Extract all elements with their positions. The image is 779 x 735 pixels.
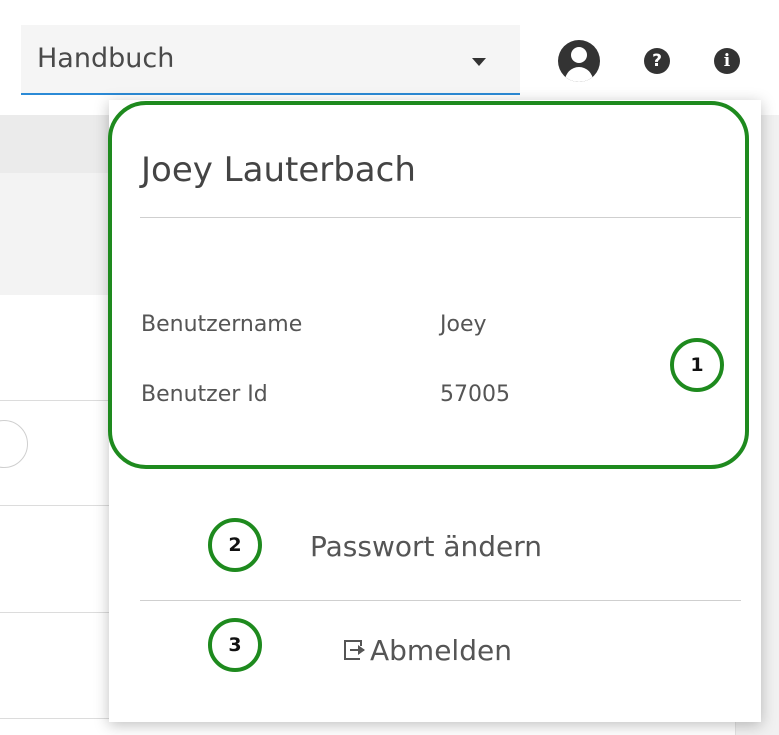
background-divider (0, 400, 120, 401)
user-display-name: Joey Lauterbach (141, 150, 416, 190)
logout-button[interactable]: Abmelden (344, 634, 512, 667)
user-icon[interactable] (558, 40, 600, 82)
select-value: Handbuch (37, 43, 175, 74)
background-divider (0, 612, 120, 613)
dropdown-arrow-icon[interactable] (472, 58, 486, 66)
logout-label: Abmelden (370, 634, 512, 667)
background-divider (0, 718, 120, 719)
username-label: Benutzername (141, 312, 303, 337)
user-id-label: Benutzer Id (141, 382, 268, 407)
manual-select[interactable]: Handbuch (21, 25, 520, 95)
marker-1: 1 (670, 338, 724, 392)
change-password-button[interactable]: Passwort ändern (310, 530, 542, 563)
background-radio[interactable] (0, 420, 28, 468)
background-divider (0, 505, 120, 506)
divider (140, 600, 741, 601)
user-id-value: 57005 (440, 382, 510, 407)
logout-icon (344, 639, 366, 662)
info-icon[interactable]: i (714, 48, 740, 74)
divider (140, 217, 741, 218)
marker-3: 3 (208, 618, 262, 672)
help-icon[interactable]: ? (644, 48, 670, 74)
username-value: Joey (440, 312, 487, 337)
marker-2: 2 (208, 518, 262, 572)
